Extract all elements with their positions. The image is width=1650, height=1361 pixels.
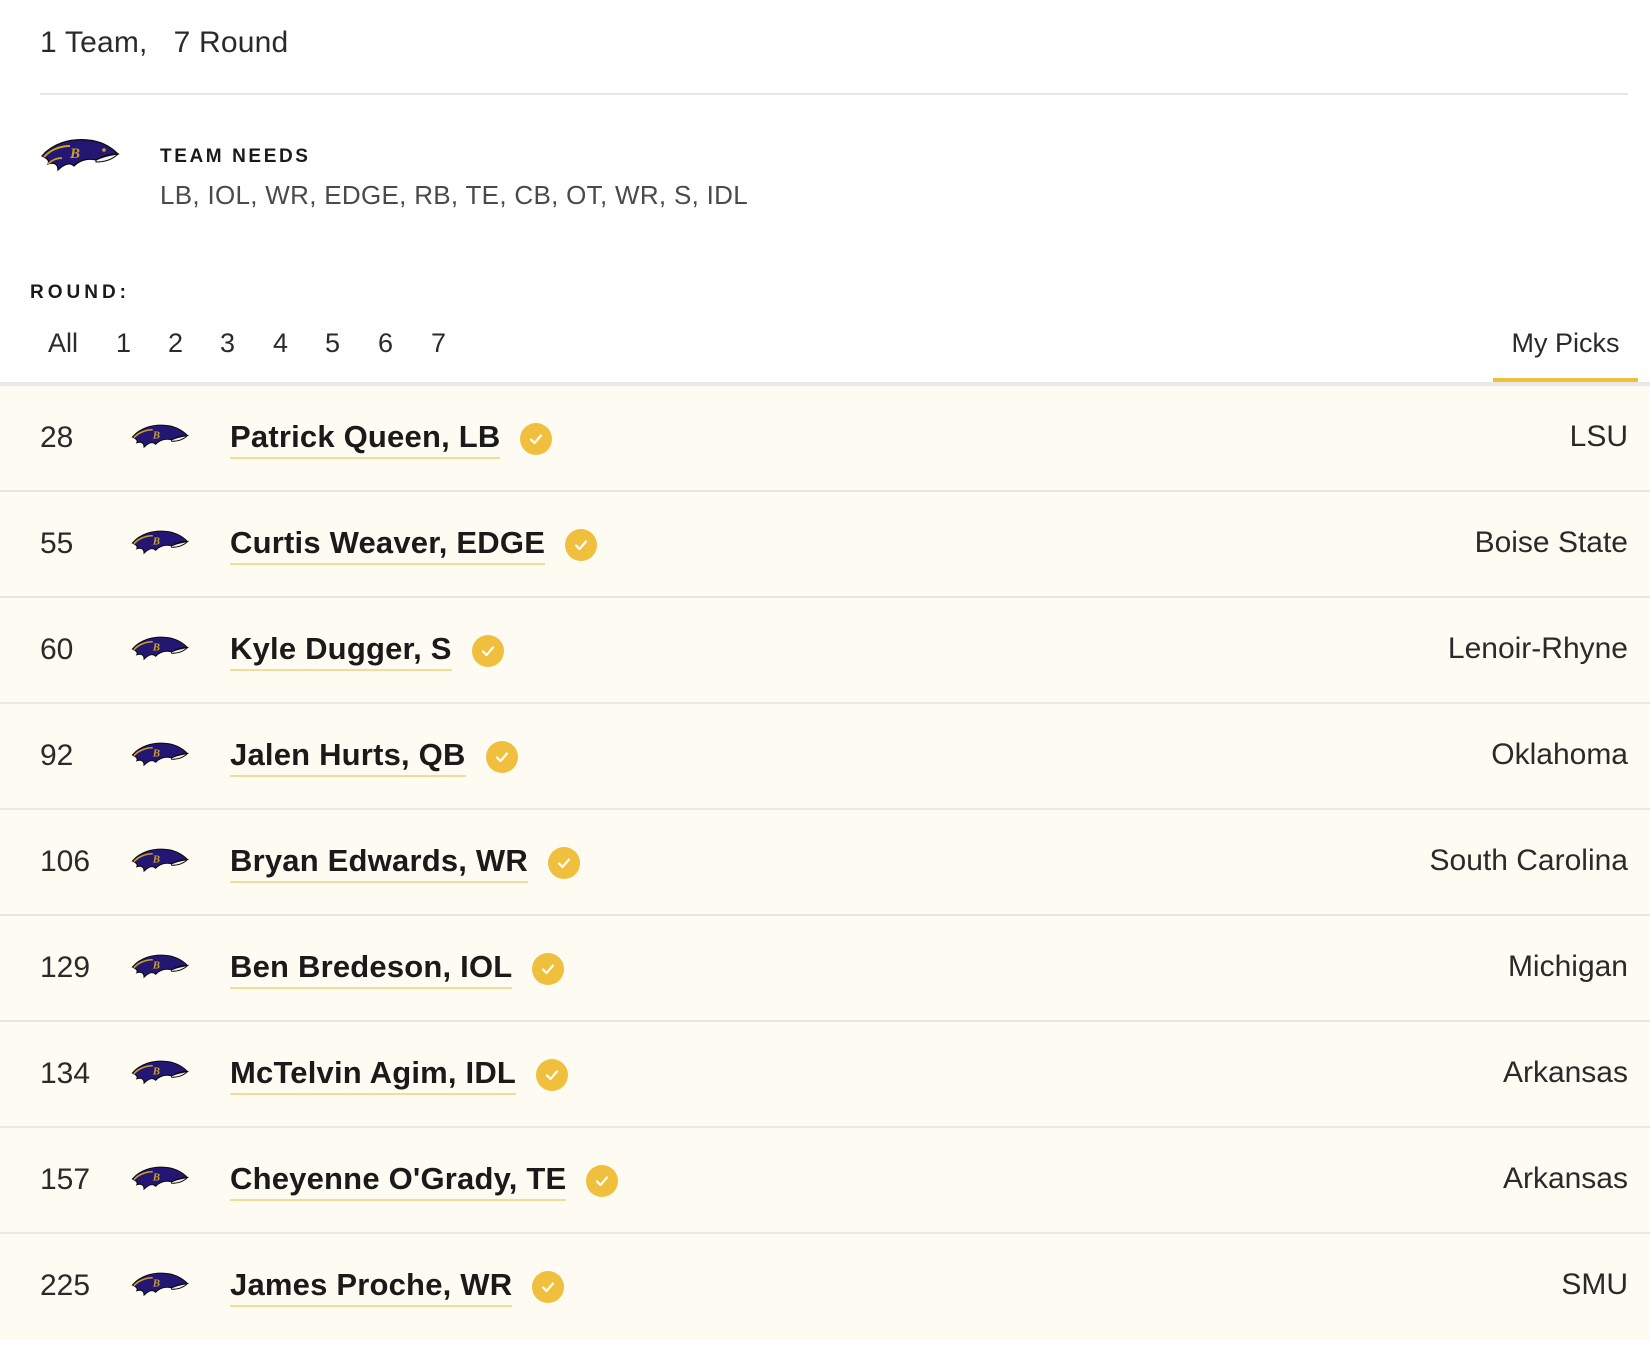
pick-number: 28 bbox=[40, 421, 74, 454]
ravens-logo-icon: B bbox=[131, 1166, 189, 1191]
pick-number: 106 bbox=[40, 845, 91, 878]
player-school: LSU bbox=[1569, 420, 1628, 453]
pick-number: 60 bbox=[40, 633, 74, 666]
ravens-logo-icon: B bbox=[131, 954, 189, 979]
player-name[interactable]: Bryan Edwards, WR bbox=[230, 843, 528, 883]
check-icon bbox=[547, 847, 580, 879]
pick-number: 92 bbox=[40, 739, 74, 772]
ravens-logo-icon: B bbox=[131, 636, 189, 661]
player-school: Oklahoma bbox=[1491, 738, 1628, 771]
player-school: Arkansas bbox=[1502, 1162, 1628, 1195]
tab-my-picks[interactable]: My Picks bbox=[1493, 318, 1638, 384]
player-link[interactable]: McTelvin Agim, IDL bbox=[230, 1055, 569, 1095]
svg-text:B: B bbox=[152, 959, 160, 971]
check-icon bbox=[532, 953, 565, 985]
player-link[interactable]: James Proche, WR bbox=[230, 1267, 565, 1307]
round-filter-tabs: All 1 2 3 4 5 6 7 My Picks bbox=[0, 318, 1650, 384]
pick-row: 60 B Kyle Dugger, S Lenoir-Rhyne bbox=[0, 598, 1650, 704]
pick-row: 92 B Jalen Hurts, QB Oklahoma bbox=[0, 704, 1650, 810]
ravens-logo-icon: B bbox=[131, 530, 189, 555]
pick-number: 225 bbox=[40, 1269, 91, 1302]
player-name[interactable]: Curtis Weaver, EDGE bbox=[230, 525, 546, 565]
pick-row: 55 B Curtis Weaver, EDGE Boise State bbox=[0, 492, 1650, 598]
pick-number: 157 bbox=[40, 1163, 91, 1196]
team-needs-section: B TEAM NEEDS LB, IOL, WR, EDGE, RB, TE, … bbox=[40, 128, 1240, 218]
team-count: 1 Team, bbox=[40, 26, 148, 59]
player-link[interactable]: Bryan Edwards, WR bbox=[230, 843, 580, 883]
player-name[interactable]: Ben Bredeson, IOL bbox=[230, 949, 513, 989]
round-filter-label: ROUND: bbox=[30, 282, 130, 303]
player-name[interactable]: Jalen Hurts, QB bbox=[230, 737, 466, 777]
svg-text:B: B bbox=[152, 1277, 160, 1289]
tab-round-6[interactable]: 6 bbox=[374, 328, 397, 359]
tab-round-4[interactable]: 4 bbox=[269, 328, 292, 359]
pick-row: 225 B James Proche, WR SMU bbox=[0, 1234, 1650, 1340]
pick-row: 129 B Ben Bredeson, IOL Michigan bbox=[0, 916, 1650, 1022]
tab-round-2[interactable]: 2 bbox=[164, 328, 187, 359]
svg-text:B: B bbox=[152, 1171, 160, 1183]
svg-text:B: B bbox=[152, 853, 160, 865]
team-needs-list: LB, IOL, WR, EDGE, RB, TE, CB, OT, WR, S… bbox=[160, 180, 749, 210]
ravens-logo-icon: B bbox=[131, 1060, 189, 1085]
player-link[interactable]: Jalen Hurts, QB bbox=[230, 737, 518, 777]
player-link[interactable]: Curtis Weaver, EDGE bbox=[230, 525, 598, 565]
player-name[interactable]: Kyle Dugger, S bbox=[230, 631, 452, 671]
player-school: Boise State bbox=[1474, 526, 1628, 559]
player-school: Arkansas bbox=[1502, 1056, 1628, 1089]
pick-row: 134 B McTelvin Agim, IDL Arkansas bbox=[0, 1022, 1650, 1128]
ravens-logo-icon: B bbox=[131, 424, 189, 449]
picks-list: 28 B Patrick Queen, LB LSU 55 B Curtis W… bbox=[0, 386, 1650, 1340]
player-school: SMU bbox=[1561, 1268, 1628, 1301]
svg-text:B: B bbox=[152, 641, 160, 653]
player-name[interactable]: James Proche, WR bbox=[230, 1267, 513, 1307]
pick-row: 28 B Patrick Queen, LB LSU bbox=[0, 386, 1650, 492]
check-icon bbox=[532, 1271, 565, 1303]
check-icon bbox=[586, 1165, 619, 1197]
pick-row: 157 B Cheyenne O'Grady, TE Arkansas bbox=[0, 1128, 1650, 1234]
check-icon bbox=[565, 529, 598, 561]
ravens-logo-icon: B bbox=[131, 1272, 189, 1297]
player-link[interactable]: Patrick Queen, LB bbox=[230, 419, 553, 459]
player-link[interactable]: Kyle Dugger, S bbox=[230, 631, 504, 671]
ravens-logo-icon: B bbox=[41, 139, 120, 172]
check-icon bbox=[520, 423, 553, 455]
tab-round-1[interactable]: 1 bbox=[112, 328, 135, 359]
check-icon bbox=[485, 741, 518, 773]
player-school: Lenoir-Rhyne bbox=[1447, 632, 1628, 665]
ravens-logo-icon: B bbox=[131, 848, 189, 873]
svg-text:B: B bbox=[152, 535, 160, 547]
player-link[interactable]: Ben Bredeson, IOL bbox=[230, 949, 565, 989]
pick-number: 55 bbox=[40, 527, 74, 560]
summary-divider bbox=[40, 93, 1628, 95]
draft-summary: 1 Team, 7 Round bbox=[40, 26, 288, 60]
player-school: Michigan bbox=[1507, 950, 1628, 983]
svg-text:B: B bbox=[152, 429, 160, 441]
team-needs-title: TEAM NEEDS bbox=[160, 146, 311, 167]
player-name[interactable]: Patrick Queen, LB bbox=[230, 419, 501, 459]
ravens-logo-icon: B bbox=[131, 742, 189, 767]
tab-round-7[interactable]: 7 bbox=[427, 328, 450, 359]
player-name[interactable]: Cheyenne O'Grady, TE bbox=[230, 1161, 567, 1201]
tab-round-5[interactable]: 5 bbox=[321, 328, 344, 359]
pick-number: 134 bbox=[40, 1057, 91, 1090]
pick-number: 129 bbox=[40, 951, 91, 984]
tab-my-picks-label: My Picks bbox=[1511, 328, 1620, 358]
check-icon bbox=[536, 1059, 569, 1091]
svg-text:B: B bbox=[152, 1065, 160, 1077]
check-icon bbox=[471, 635, 504, 667]
round-count: 7 Round bbox=[173, 26, 289, 59]
player-name[interactable]: McTelvin Agim, IDL bbox=[230, 1055, 517, 1095]
draft-results-page: 1 Team, 7 Round B TEAM NEEDS LB, IOL, WR,… bbox=[0, 0, 1650, 1361]
player-school: South Carolina bbox=[1429, 844, 1628, 877]
pick-row: 106 B Bryan Edwards, WR South Carolina bbox=[0, 810, 1650, 916]
tab-round-3[interactable]: 3 bbox=[216, 328, 239, 359]
tab-round-all[interactable]: All bbox=[44, 328, 82, 359]
svg-text:B: B bbox=[69, 146, 80, 162]
player-link[interactable]: Cheyenne O'Grady, TE bbox=[230, 1161, 619, 1201]
svg-text:B: B bbox=[152, 747, 160, 759]
